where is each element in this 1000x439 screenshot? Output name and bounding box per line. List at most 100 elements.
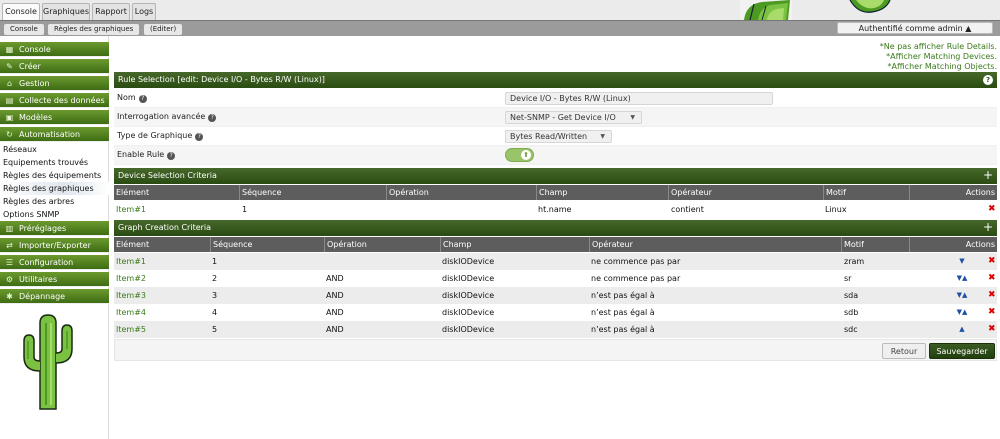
help-icon[interactable]: ?: [138, 95, 147, 103]
row-item-link[interactable]: Item#1: [116, 201, 146, 218]
row-field: diskIODevice: [442, 308, 495, 317]
tab-graphiques[interactable]: Graphiques: [42, 3, 90, 20]
sidebar-section-import-export[interactable]: ⇄ Importer/Exporter: [0, 238, 109, 253]
sidebar-section-data-collection[interactable]: ▤ Collecte des données: [0, 93, 109, 108]
delete-icon[interactable]: ✖: [988, 253, 996, 270]
filter-notes: *Ne pas afficher Rule Details. *Afficher…: [860, 42, 997, 72]
table-row: Item#2 2 AND diskIODevice ne commence pa…: [114, 270, 997, 287]
col-sequence[interactable]: Séquence: [239, 185, 386, 200]
col-field[interactable]: Champ: [536, 185, 668, 200]
row-item-link[interactable]: Item#4: [116, 304, 146, 321]
row-item-link[interactable]: Item#5: [116, 321, 146, 338]
row-item-link[interactable]: Item#1: [116, 253, 146, 270]
template-icon: ▣: [5, 113, 14, 122]
col-operation[interactable]: Opération: [324, 237, 440, 252]
row-sequence: 5: [212, 325, 218, 334]
save-button[interactable]: Sauvegarder: [929, 343, 995, 359]
note-matching-devices[interactable]: *Afficher Matching Devices.: [860, 52, 997, 62]
row-item-link[interactable]: Item#2: [116, 270, 146, 287]
col-element[interactable]: Elément: [114, 237, 210, 252]
row-field: diskIODevice: [442, 274, 495, 283]
sidebar-section-troubleshooting[interactable]: ✱ Dépannage: [0, 289, 109, 304]
table-row: Item#3 3 AND diskIODevice n’est pas égal…: [114, 287, 997, 304]
delete-icon[interactable]: ✖: [988, 287, 996, 304]
delete-icon[interactable]: ✖: [988, 270, 996, 287]
note-matching-objects[interactable]: *Afficher Matching Objects.: [860, 62, 997, 72]
help-icon[interactable]: ?: [208, 114, 217, 122]
sidebar-section-create[interactable]: ✎ Créer: [0, 59, 109, 74]
add-icon[interactable]: +: [983, 220, 993, 235]
tab-logs[interactable]: Logs: [132, 3, 156, 20]
row-operator: ne commence pas par: [591, 274, 681, 283]
col-pattern[interactable]: Motif: [823, 185, 909, 200]
sidebar-section-presets[interactable]: ▥ Préréglages: [0, 221, 109, 236]
sidebar-section-label: Utilitaires: [19, 275, 58, 284]
col-element[interactable]: Elément: [114, 185, 239, 200]
row-pattern: sdb: [844, 308, 859, 317]
enable-label: Enable Rule?: [117, 150, 176, 160]
row-operation: AND: [326, 291, 344, 300]
add-icon[interactable]: +: [983, 168, 993, 183]
sidebar-section-console[interactable]: ▦ Console: [0, 42, 109, 57]
row-item-link[interactable]: Item#3: [116, 287, 146, 304]
form-action-bar: Retour Sauvegarder: [114, 339, 997, 361]
col-sequence[interactable]: Séquence: [210, 237, 324, 252]
sidebar-item-device-rules[interactable]: Règles des équipements: [0, 169, 109, 182]
col-operation[interactable]: Opération: [386, 185, 536, 200]
move-arrows-icon[interactable]: ▼: [952, 253, 972, 270]
delete-icon[interactable]: ✖: [988, 304, 996, 321]
sidebar-section-automation[interactable]: ↻ Automatisation: [0, 127, 109, 142]
row-pattern: sda: [844, 291, 859, 300]
cactus-logo: [18, 313, 78, 411]
row-operation: AND: [326, 325, 344, 334]
row-field: diskIODevice: [442, 257, 495, 266]
table-row: Item#1 1 diskIODevice ne commence pas pa…: [114, 253, 997, 270]
sidebar-item-graph-rules[interactable]: Règles des graphiques: [0, 182, 109, 195]
delete-icon[interactable]: ✖: [988, 201, 996, 218]
graph-type-label: Type de Graphique?: [117, 131, 204, 141]
sidebar-section-configuration[interactable]: ☰ Configuration: [0, 255, 109, 270]
move-arrows-icon[interactable]: ▼▲: [952, 287, 972, 304]
move-arrows-icon[interactable]: ▼▲: [952, 304, 972, 321]
sidebar-section-label: Configuration: [19, 258, 74, 267]
enable-rule-toggle[interactable]: ⬆: [505, 148, 534, 162]
move-arrows-icon[interactable]: ▼▲: [952, 270, 972, 287]
breadcrumb-graph-rules[interactable]: Règles des graphiques: [48, 24, 140, 35]
sidebar-section-templates[interactable]: ▣ Modèles: [0, 110, 109, 125]
sidebar-item-tree-rules[interactable]: Règles des arbres: [0, 195, 109, 208]
col-field[interactable]: Champ: [440, 237, 589, 252]
user-menu[interactable]: Authentifié comme admin ▲: [837, 22, 993, 34]
sidebar-section-label: Modèles: [19, 113, 53, 122]
col-operator[interactable]: Opérateur: [589, 237, 841, 252]
help-icon[interactable]: ?: [195, 133, 204, 141]
home-icon: ⌂: [6, 79, 13, 88]
help-icon[interactable]: ?: [983, 75, 993, 85]
help-icon[interactable]: ?: [167, 152, 176, 160]
query-select[interactable]: Net-SNMP - Get Device I/O ▼: [505, 111, 642, 124]
col-pattern[interactable]: Motif: [841, 237, 909, 252]
sidebar-section-utilities[interactable]: ⚙ Utilitaires: [0, 272, 109, 287]
row-pattern: Linux: [825, 205, 847, 214]
refresh-icon: ↻: [6, 130, 13, 139]
tab-console[interactable]: Console: [2, 3, 40, 20]
sidebar-item-snmp-options[interactable]: Options SNMP: [0, 208, 109, 221]
sidebar-section-management[interactable]: ⌂ Gestion: [0, 76, 109, 91]
name-input[interactable]: Device I/O - Bytes R/W (Linux): [505, 92, 773, 105]
delete-icon[interactable]: ✖: [988, 321, 996, 338]
sidebar-item-discovered-devices[interactable]: Equipements trouvés: [0, 156, 109, 169]
col-operator[interactable]: Opérateur: [668, 185, 823, 200]
breadcrumb-console[interactable]: Console: [4, 24, 44, 35]
move-arrows-icon[interactable]: ▲: [952, 321, 972, 338]
graph-type-select[interactable]: Bytes Read/Written ▼: [505, 130, 612, 143]
section-title: Graph Creation Criteria: [118, 223, 212, 232]
note-rule-details[interactable]: *Ne pas afficher Rule Details.: [860, 42, 997, 52]
tab-rapport[interactable]: Rapport: [92, 3, 130, 20]
row-sequence: 4: [212, 308, 218, 317]
bug-icon: ✱: [6, 292, 13, 301]
row-field: diskIODevice: [442, 325, 495, 334]
row-sequence: 1: [212, 257, 218, 266]
row-operator: n’est pas égal à: [591, 308, 655, 317]
back-button[interactable]: Retour: [882, 343, 926, 359]
name-label: Nom?: [117, 93, 147, 103]
sidebar-item-networks[interactable]: Réseaux: [0, 143, 109, 156]
